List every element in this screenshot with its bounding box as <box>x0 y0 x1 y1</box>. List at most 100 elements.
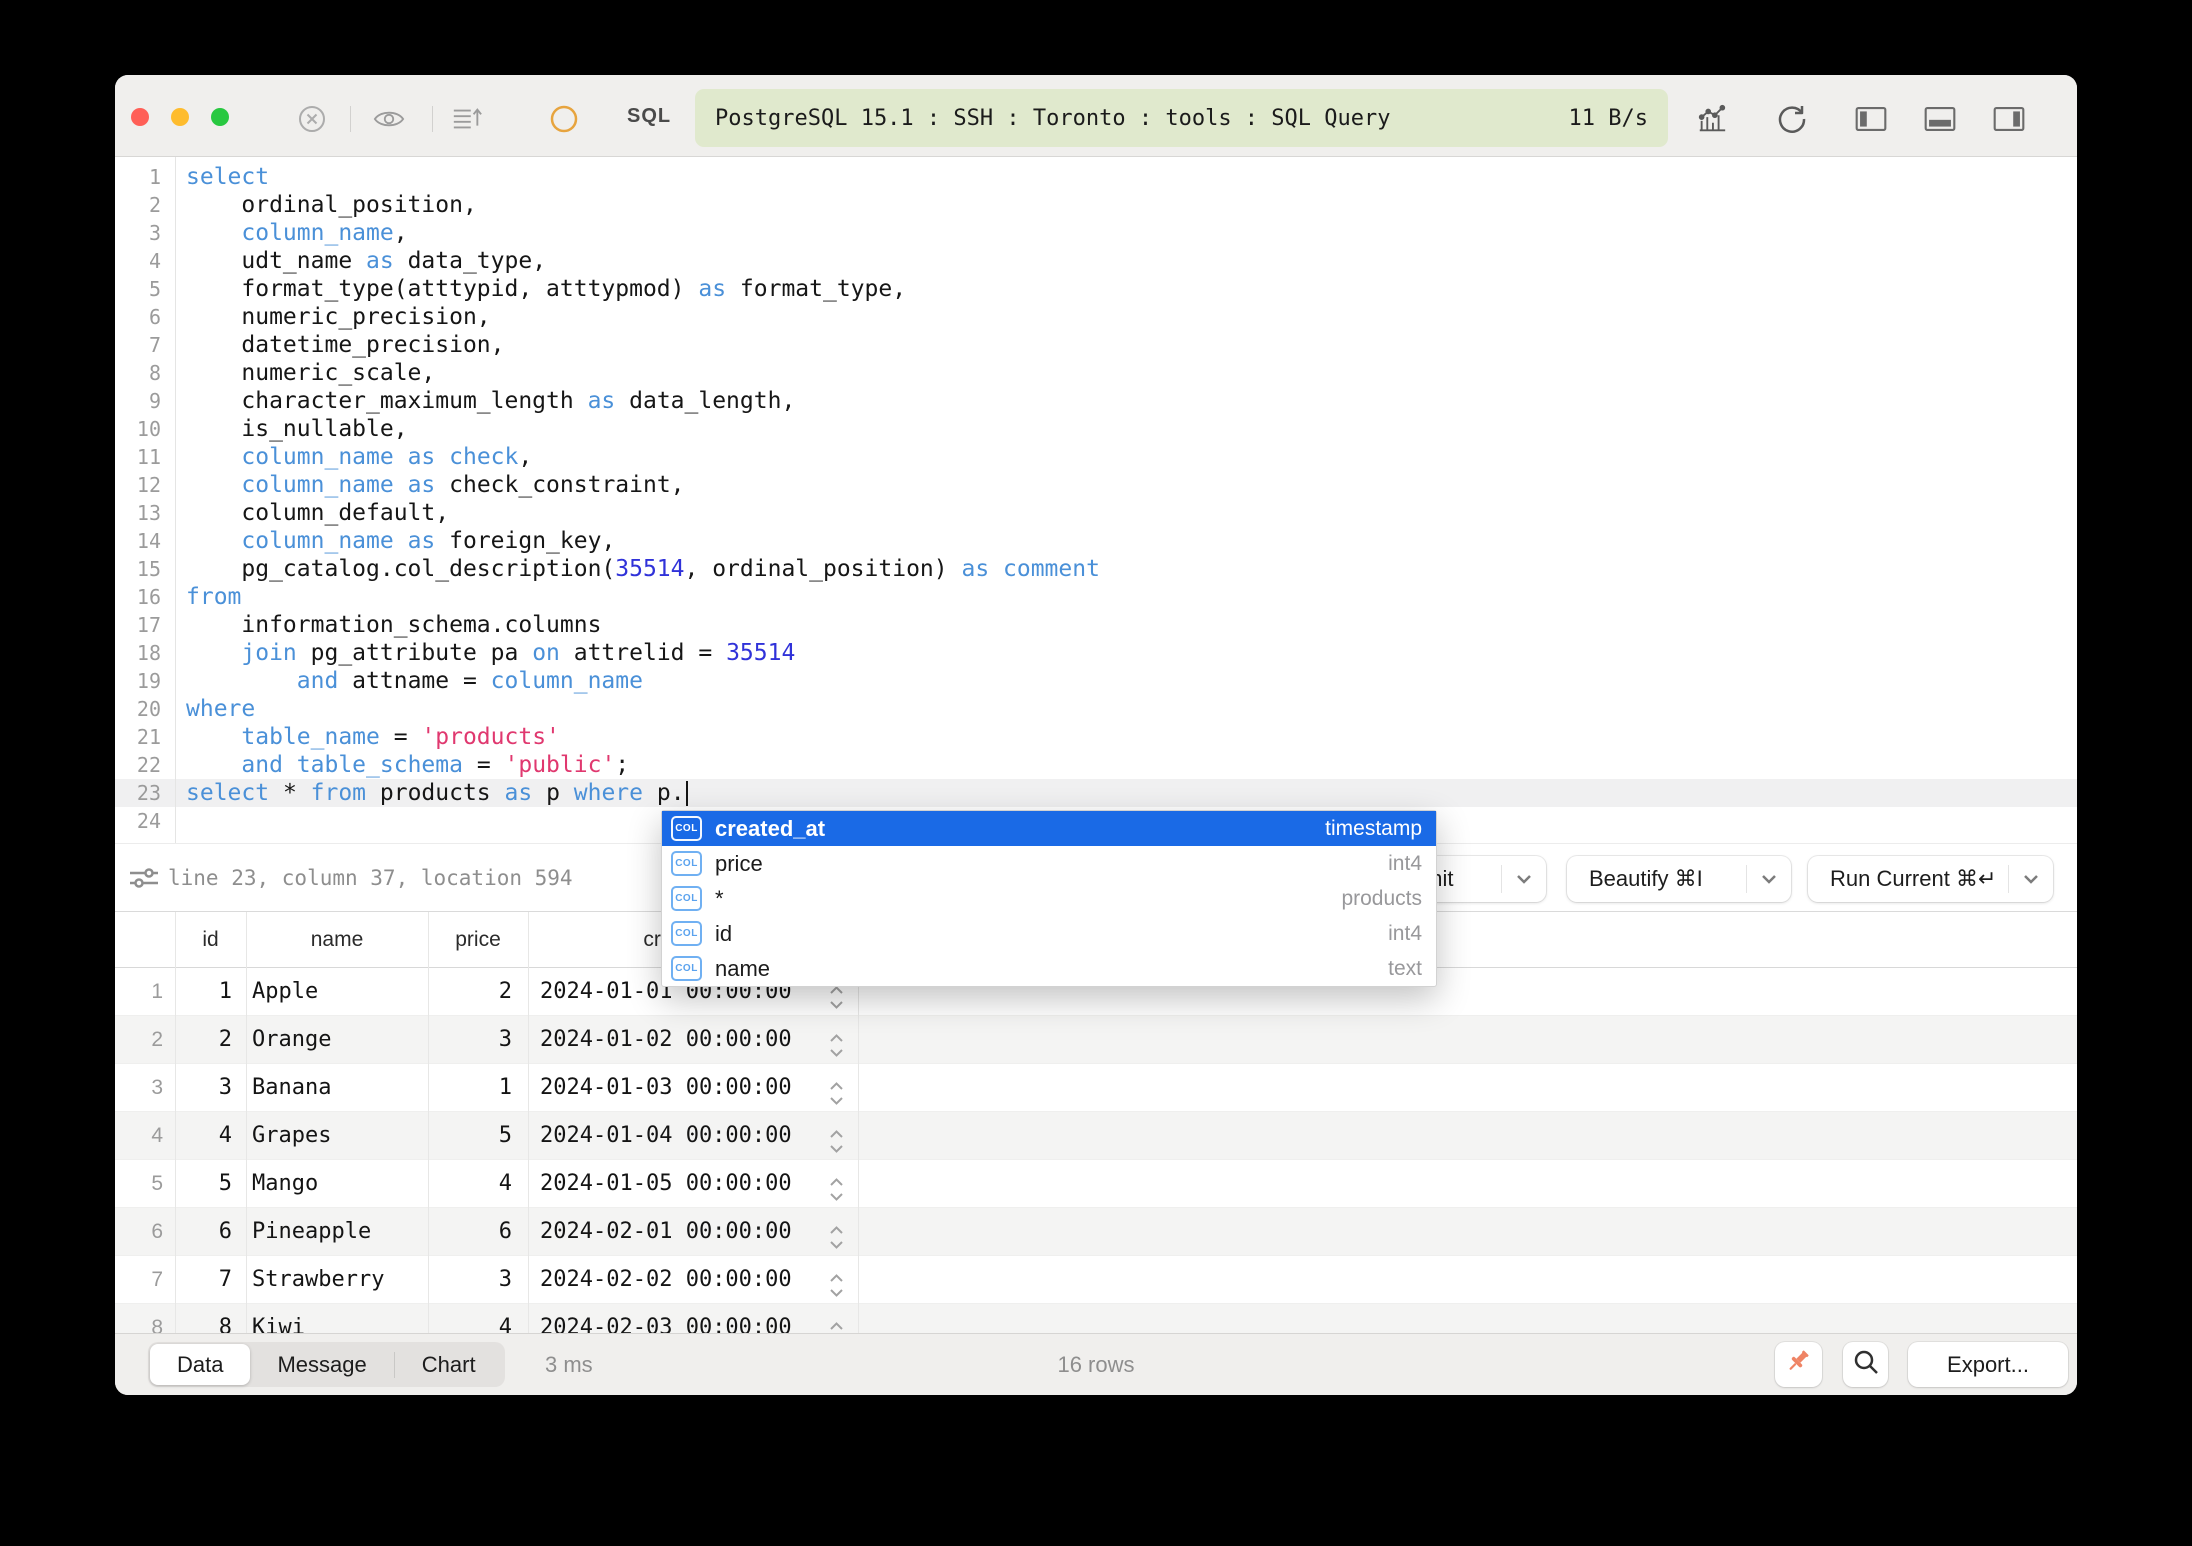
bottom-bar: Data Message Chart 3 ms 16 rows <box>115 1333 2077 1395</box>
column-badge-icon: COL <box>671 886 702 911</box>
suggestion-type: text <box>1388 957 1422 981</box>
cell-name: Pineapple <box>252 1208 371 1256</box>
autocomplete-item-id[interactable]: COLidint4 <box>662 916 1436 951</box>
line-number: 19 <box>115 667 161 695</box>
minimize-window-button[interactable] <box>171 108 189 126</box>
cell-id: 7 <box>181 1256 232 1304</box>
grid-divider <box>175 912 176 1333</box>
code-line-19[interactable]: 19 and attname = column_name <box>115 667 2077 695</box>
table-row[interactable]: 22Orange32024-01-02 00:00:00 <box>115 1016 2077 1064</box>
line-number: 24 <box>115 807 161 835</box>
code-line-12[interactable]: 12 column_name as check_constraint, <box>115 471 2077 499</box>
cell-created-at: 2024-02-01 00:00:00 <box>540 1208 792 1256</box>
table-row[interactable]: 55Mango42024-01-05 00:00:00 <box>115 1160 2077 1208</box>
code-line-6[interactable]: 6 numeric_precision, <box>115 303 2077 331</box>
run-current-button[interactable]: Run Current ⌘↵ <box>1808 856 2053 902</box>
date-stepper-icon[interactable] <box>827 1316 846 1333</box>
row-number: 5 <box>115 1160 163 1208</box>
refresh-icon[interactable] <box>1776 103 1808 135</box>
table-row[interactable]: 77Strawberry32024-02-02 00:00:00 <box>115 1256 2077 1304</box>
code-segment: as <box>698 276 726 302</box>
chart-stats-icon[interactable] <box>1696 103 1728 135</box>
autocomplete-item-created_at[interactable]: COLcreated_attimestamp <box>662 811 1436 846</box>
code-line-22[interactable]: 22 and table_schema = 'public'; <box>115 751 2077 779</box>
code-line-17[interactable]: 17 information_schema.columns <box>115 611 2077 639</box>
query-log-icon[interactable] <box>451 103 483 135</box>
code-line-21[interactable]: 21 table_name = 'products' <box>115 723 2077 751</box>
autocomplete-popup: COLcreated_attimestampCOLpriceint4COL*pr… <box>661 810 1437 987</box>
code-segment: 'products' <box>421 724 559 750</box>
cell-name: Strawberry <box>252 1256 384 1304</box>
code-line-10[interactable]: 10 is_nullable, <box>115 415 2077 443</box>
code-segment: 35514 <box>726 640 795 666</box>
column-header-id[interactable]: id <box>175 912 246 967</box>
code-segment: , ordinal_position) <box>685 556 962 582</box>
code-segment: check_constraint, <box>435 472 684 498</box>
connection-pill: PostgreSQL 15.1 : SSH : Toronto : tools … <box>695 89 1668 147</box>
sql-editor[interactable]: 1select2 ordinal_position,3 column_name,… <box>115 157 2077 843</box>
code-line-9[interactable]: 9 character_maximum_length as data_lengt… <box>115 387 2077 415</box>
column-header-price[interactable]: price <box>428 912 528 967</box>
code-line-16[interactable]: 16from <box>115 583 2077 611</box>
toggle-right-panel-icon[interactable] <box>1993 103 2025 135</box>
row-number: 3 <box>115 1064 163 1112</box>
code-line-2[interactable]: 2 ordinal_position, <box>115 191 2077 219</box>
code-line-4[interactable]: 4 udt_name as data_type, <box>115 247 2077 275</box>
app-window: SQL PostgreSQL 15.1 : SSH : Toronto : to… <box>115 75 2077 1395</box>
code-segment: ordinal_position, <box>186 192 477 218</box>
column-header-name[interactable]: name <box>246 912 428 967</box>
suggestion-name: id <box>715 921 732 947</box>
pin-result-button[interactable] <box>1775 1342 1822 1387</box>
autocomplete-item-star[interactable]: COL*products <box>662 881 1436 916</box>
suggestion-type: int4 <box>1388 922 1422 946</box>
code-line-3[interactable]: 3 column_name, <box>115 219 2077 247</box>
close-window-button[interactable] <box>131 108 149 126</box>
toggle-left-panel-icon[interactable] <box>1855 103 1887 135</box>
code-segment: attrelid = <box>560 640 726 666</box>
code-segment: , <box>394 220 408 246</box>
export-button[interactable]: Export... <box>1908 1342 2068 1387</box>
line-number: 13 <box>115 499 161 527</box>
toggle-bottom-panel-icon[interactable] <box>1924 103 1956 135</box>
autocomplete-item-name[interactable]: COLnametext <box>662 951 1436 986</box>
preview-eye-icon[interactable] <box>373 103 405 135</box>
code-line-8[interactable]: 8 numeric_scale, <box>115 359 2077 387</box>
code-segment: select <box>186 780 269 806</box>
line-number: 18 <box>115 639 161 667</box>
code-line-1[interactable]: 1select <box>115 163 2077 191</box>
code-segment <box>435 444 449 470</box>
search-results-button[interactable] <box>1843 1342 1888 1387</box>
close-tab-icon[interactable] <box>296 103 328 135</box>
cell-created-at: 2024-01-04 00:00:00 <box>540 1112 792 1160</box>
table-row[interactable]: 66Pineapple62024-02-01 00:00:00 <box>115 1208 2077 1256</box>
code-line-13[interactable]: 13 column_default, <box>115 499 2077 527</box>
cell-name: Banana <box>252 1064 331 1112</box>
connection-status-icon[interactable] <box>548 103 580 135</box>
editor-settings-icon[interactable] <box>128 862 160 899</box>
table-row[interactable]: 88Kiwi42024-02-03 00:00:00 <box>115 1304 2077 1333</box>
code-line-14[interactable]: 14 column_name as foreign_key, <box>115 527 2077 555</box>
line-number: 1 <box>115 163 161 191</box>
code-segment <box>186 220 241 246</box>
code-line-20[interactable]: 20where <box>115 695 2077 723</box>
line-number: 23 <box>115 779 161 807</box>
limit-dropdown[interactable] <box>1501 865 1546 893</box>
beautify-button[interactable]: Beautify ⌘I <box>1567 856 1791 902</box>
code-line-23[interactable]: 23select * from products as p where p. <box>115 779 2077 807</box>
code-segment: format_type(atttypid, atttypmod) <box>186 276 698 302</box>
code-line-5[interactable]: 5 format_type(atttypid, atttypmod) as fo… <box>115 275 2077 303</box>
autocomplete-item-price[interactable]: COLpriceint4 <box>662 846 1436 881</box>
run-dropdown[interactable] <box>2008 865 2053 893</box>
beautify-dropdown[interactable] <box>1746 865 1791 893</box>
code-segment: where <box>186 696 255 722</box>
cell-name: Mango <box>252 1160 318 1208</box>
code-line-15[interactable]: 15 pg_catalog.col_description(35514, ord… <box>115 555 2077 583</box>
code-line-11[interactable]: 11 column_name as check, <box>115 443 2077 471</box>
zoom-window-button[interactable] <box>211 108 229 126</box>
code-segment <box>186 752 241 778</box>
code-line-18[interactable]: 18 join pg_attribute pa on attrelid = 35… <box>115 639 2077 667</box>
table-row[interactable]: 33Banana12024-01-03 00:00:00 <box>115 1064 2077 1112</box>
table-row[interactable]: 44Grapes52024-01-04 00:00:00 <box>115 1112 2077 1160</box>
code-line-7[interactable]: 7 datetime_precision, <box>115 331 2077 359</box>
code-segment <box>186 724 241 750</box>
